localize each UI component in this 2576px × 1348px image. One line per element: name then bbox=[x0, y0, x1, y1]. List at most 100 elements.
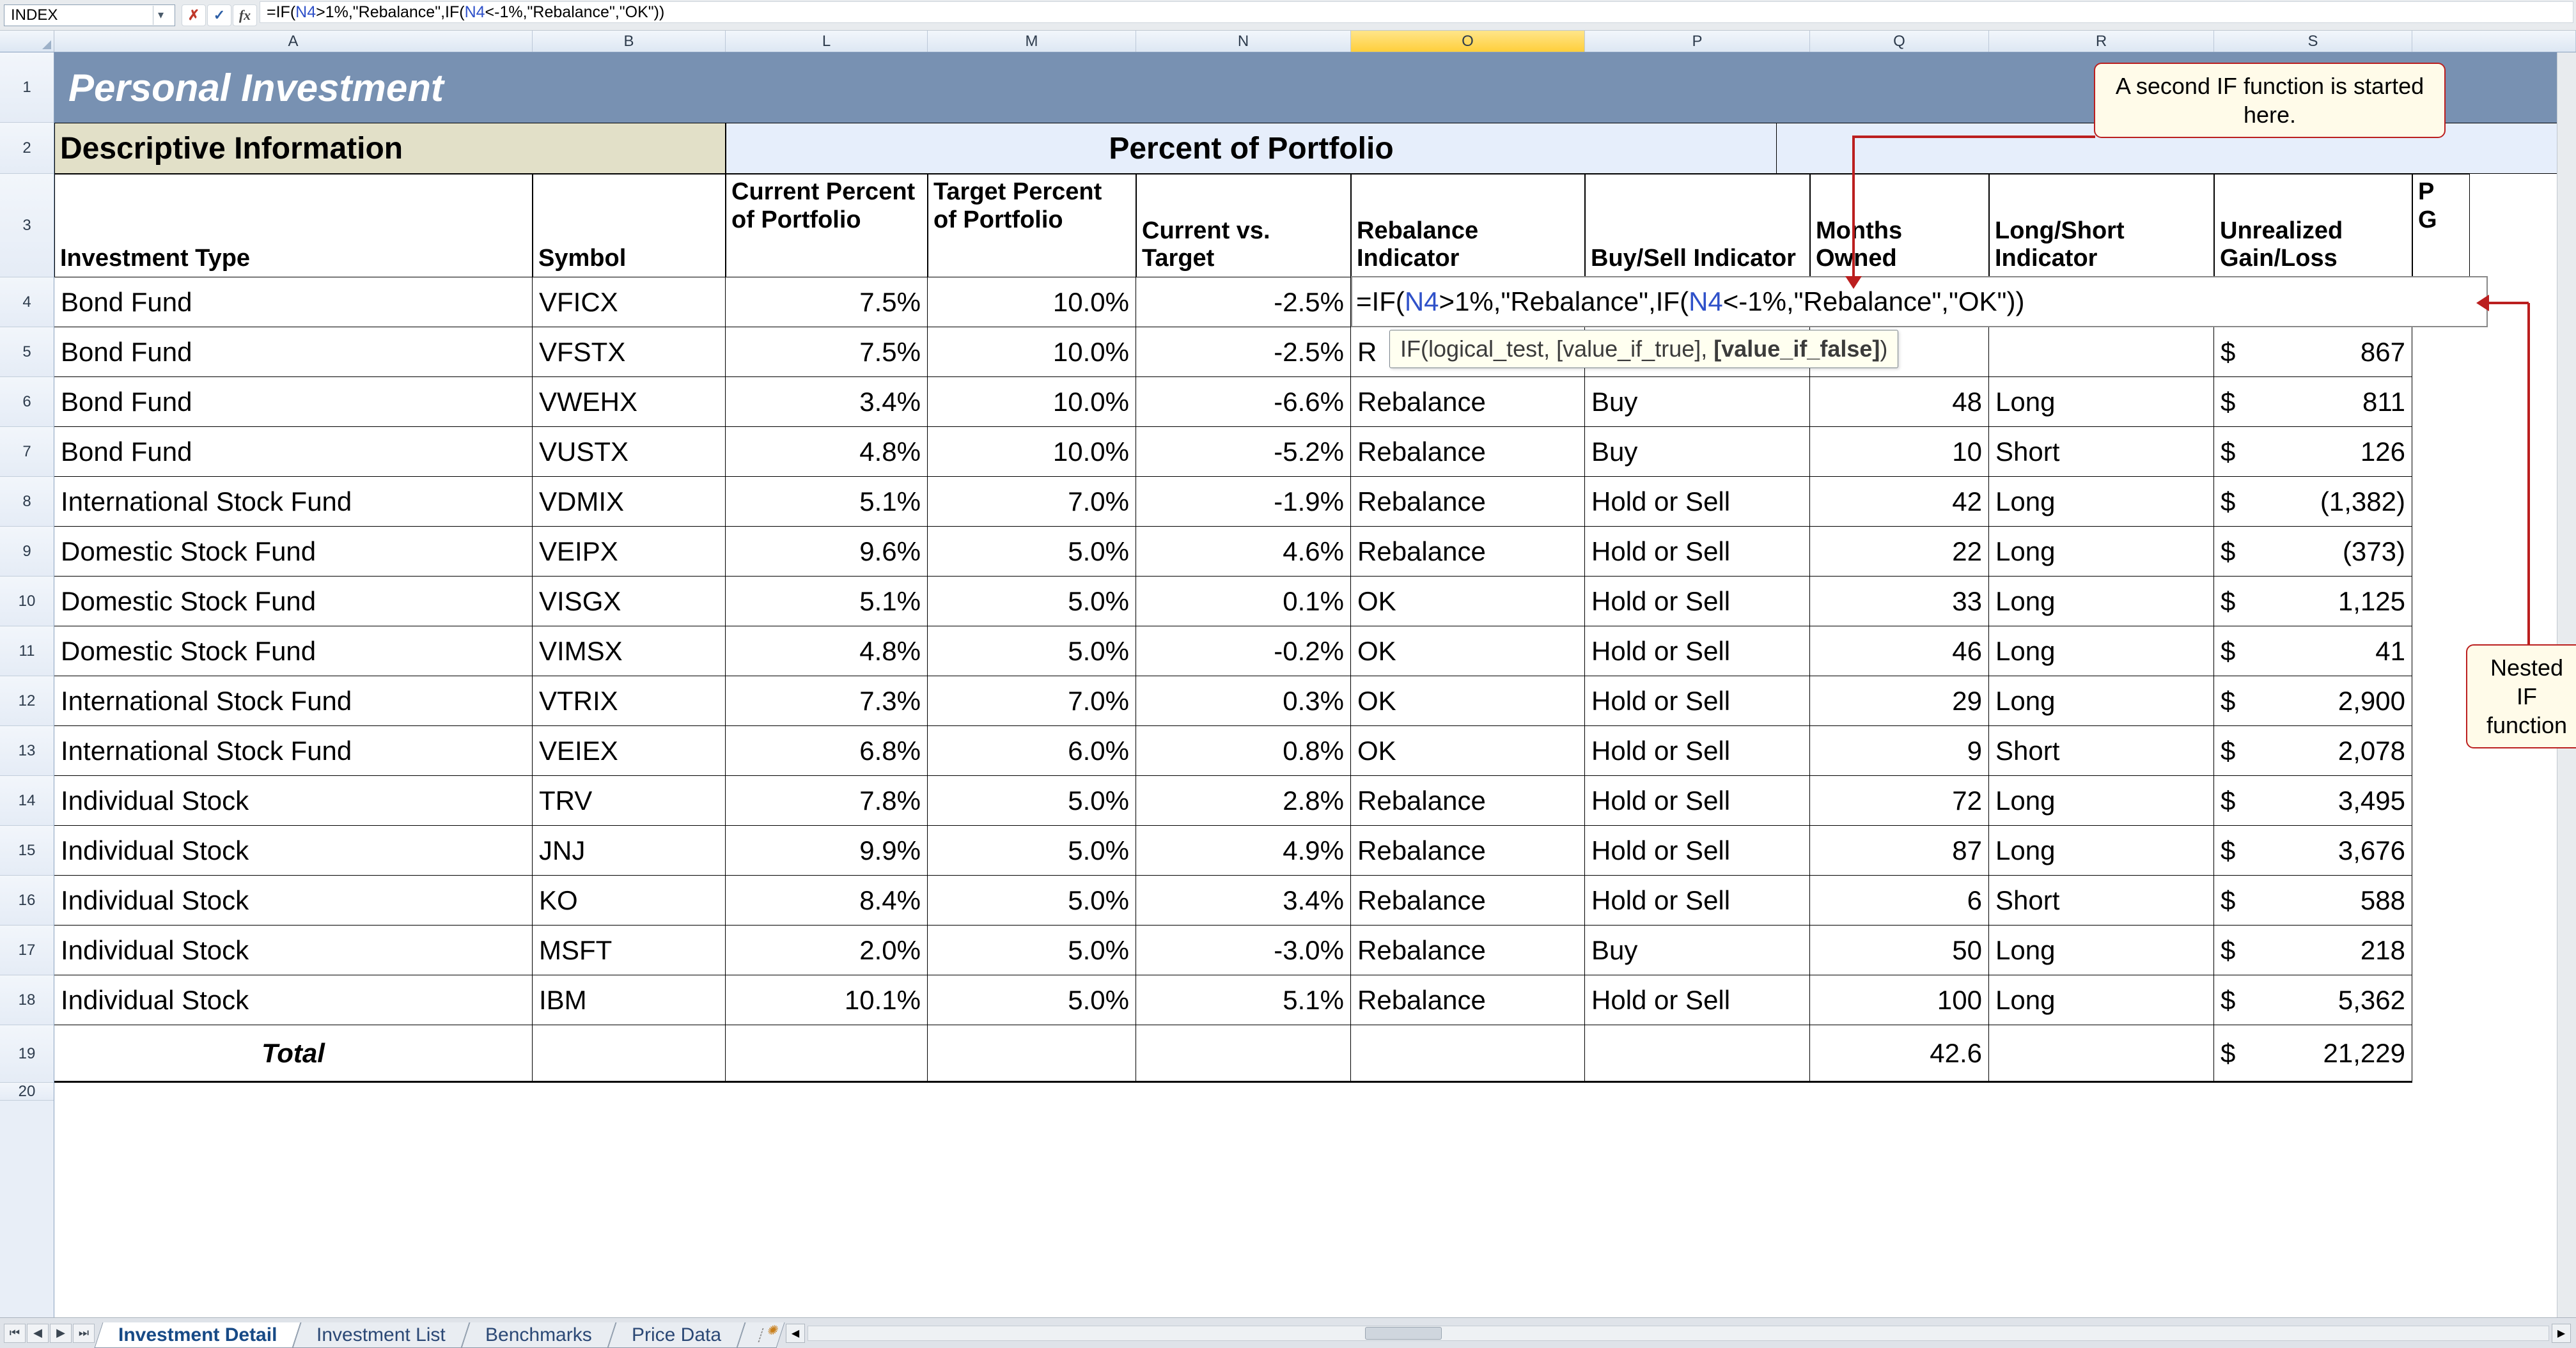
select-all-corner[interactable] bbox=[0, 31, 54, 52]
cell-R14[interactable]: Long bbox=[1989, 776, 2214, 826]
formula-input[interactable]: =IF(N4>1%,"Rebalance",IF(N4<-1%,"Rebalan… bbox=[260, 1, 2573, 23]
row-header-18[interactable]: 18 bbox=[0, 975, 54, 1025]
row-header-9[interactable]: 9 bbox=[0, 527, 54, 577]
cell-B13[interactable]: VEIEX bbox=[533, 726, 726, 776]
cell-N14[interactable]: 2.8% bbox=[1136, 776, 1351, 826]
cell-B17[interactable]: MSFT bbox=[533, 926, 726, 975]
hscroll-right[interactable]: ▶ bbox=[2552, 1324, 2571, 1343]
row-header-17[interactable]: 17 bbox=[0, 926, 54, 975]
cell-L5[interactable]: 7.5% bbox=[726, 327, 928, 377]
row-header-20[interactable]: 20 bbox=[0, 1083, 54, 1101]
row-header-19[interactable]: 19 bbox=[0, 1025, 54, 1083]
cell-S13[interactable]: $2,078 bbox=[2214, 726, 2412, 776]
cell-S11[interactable]: $41 bbox=[2214, 626, 2412, 676]
cell-P14[interactable]: Hold or Sell bbox=[1585, 776, 1810, 826]
cell-N7[interactable]: -5.2% bbox=[1136, 427, 1351, 477]
cell-O9[interactable]: Rebalance bbox=[1351, 527, 1585, 577]
cell-S10[interactable]: $1,125 bbox=[2214, 577, 2412, 626]
enter-button[interactable]: ✓ bbox=[207, 4, 231, 26]
col-header-B[interactable]: B bbox=[533, 31, 726, 52]
insert-function-button[interactable]: fx bbox=[233, 4, 257, 26]
cell-M14[interactable]: 5.0% bbox=[928, 776, 1136, 826]
cell-P11[interactable]: Hold or Sell bbox=[1585, 626, 1810, 676]
cell-N10[interactable]: 0.1% bbox=[1136, 577, 1351, 626]
cell-A9[interactable]: Domestic Stock Fund bbox=[54, 527, 533, 577]
cell-N6[interactable]: -6.6% bbox=[1136, 377, 1351, 427]
cell-S16[interactable]: $588 bbox=[2214, 876, 2412, 926]
inline-cell-formula[interactable]: =IF(N4>1%,"Rebalance",IF(N4<-1%,"Rebalan… bbox=[1351, 276, 2488, 327]
cell-S7[interactable]: $126 bbox=[2214, 427, 2412, 477]
tab-nav-last[interactable]: ⏭ bbox=[73, 1324, 95, 1343]
cell-R7[interactable]: Short bbox=[1989, 427, 2214, 477]
cell-P17[interactable]: Buy bbox=[1585, 926, 1810, 975]
cell-P10[interactable]: Hold or Sell bbox=[1585, 577, 1810, 626]
tab-nav-first[interactable]: ⏮ bbox=[4, 1324, 26, 1343]
cell-O15[interactable]: Rebalance bbox=[1351, 826, 1585, 876]
cell-A4[interactable]: Bond Fund bbox=[54, 277, 533, 327]
cell-B12[interactable]: VTRIX bbox=[533, 676, 726, 726]
row-header-16[interactable]: 16 bbox=[0, 876, 54, 926]
cell-Q10[interactable]: 33 bbox=[1810, 577, 1989, 626]
cell-O10[interactable]: OK bbox=[1351, 577, 1585, 626]
cell-Q12[interactable]: 29 bbox=[1810, 676, 1989, 726]
name-box-dropdown-icon[interactable]: ▾ bbox=[153, 6, 168, 25]
cell-S6[interactable]: $811 bbox=[2214, 377, 2412, 427]
cell-Q17[interactable]: 50 bbox=[1810, 926, 1989, 975]
cell-B7[interactable]: VUSTX bbox=[533, 427, 726, 477]
cell-Q11[interactable]: 46 bbox=[1810, 626, 1989, 676]
row-header-14[interactable]: 14 bbox=[0, 776, 54, 826]
cell-P16[interactable]: Hold or Sell bbox=[1585, 876, 1810, 926]
cell-N5[interactable]: -2.5% bbox=[1136, 327, 1351, 377]
cell-B9[interactable]: VEIPX bbox=[533, 527, 726, 577]
cell-R16[interactable]: Short bbox=[1989, 876, 2214, 926]
cell-Q6[interactable]: 48 bbox=[1810, 377, 1989, 427]
cell-B18[interactable]: IBM bbox=[533, 975, 726, 1025]
cell-L15[interactable]: 9.9% bbox=[726, 826, 928, 876]
row-header-6[interactable]: 6 bbox=[0, 377, 54, 427]
cell-O7[interactable]: Rebalance bbox=[1351, 427, 1585, 477]
cell-L10[interactable]: 5.1% bbox=[726, 577, 928, 626]
cell-P6[interactable]: Buy bbox=[1585, 377, 1810, 427]
cell-M18[interactable]: 5.0% bbox=[928, 975, 1136, 1025]
hscroll-track[interactable] bbox=[808, 1326, 2549, 1341]
cell-P7[interactable]: Buy bbox=[1585, 427, 1810, 477]
cell-B4[interactable]: VFICX bbox=[533, 277, 726, 327]
col-header-R[interactable]: R bbox=[1989, 31, 2214, 52]
cell-L9[interactable]: 9.6% bbox=[726, 527, 928, 577]
col-header-S[interactable]: S bbox=[2214, 31, 2412, 52]
col-header-O[interactable]: O bbox=[1351, 31, 1585, 52]
cell-A11[interactable]: Domestic Stock Fund bbox=[54, 626, 533, 676]
hscroll-left[interactable]: ◀ bbox=[786, 1324, 805, 1343]
row-header-4[interactable]: 4 bbox=[0, 277, 54, 327]
row-header-8[interactable]: 8 bbox=[0, 477, 54, 527]
cell-O13[interactable]: OK bbox=[1351, 726, 1585, 776]
cell-L4[interactable]: 7.5% bbox=[726, 277, 928, 327]
cell-L13[interactable]: 6.8% bbox=[726, 726, 928, 776]
cell-Q13[interactable]: 9 bbox=[1810, 726, 1989, 776]
cell-M11[interactable]: 5.0% bbox=[928, 626, 1136, 676]
cell-M13[interactable]: 6.0% bbox=[928, 726, 1136, 776]
cell-R8[interactable]: Long bbox=[1989, 477, 2214, 527]
row-header-10[interactable]: 10 bbox=[0, 577, 54, 626]
cell-M9[interactable]: 5.0% bbox=[928, 527, 1136, 577]
cell-A10[interactable]: Domestic Stock Fund bbox=[54, 577, 533, 626]
tab-benchmarks[interactable]: Benchmarks bbox=[462, 1322, 616, 1348]
cell-L16[interactable]: 8.4% bbox=[726, 876, 928, 926]
cell-O8[interactable]: Rebalance bbox=[1351, 477, 1585, 527]
cell-S12[interactable]: $2,900 bbox=[2214, 676, 2412, 726]
cell-S17[interactable]: $218 bbox=[2214, 926, 2412, 975]
row-header-5[interactable]: 5 bbox=[0, 327, 54, 377]
cell-A18[interactable]: Individual Stock bbox=[54, 975, 533, 1025]
tab-price-data[interactable]: Price Data bbox=[607, 1322, 745, 1348]
hscroll-thumb[interactable] bbox=[1365, 1327, 1442, 1340]
row-header-1[interactable]: 1 bbox=[0, 52, 54, 123]
cell-S8[interactable]: $(1,382) bbox=[2214, 477, 2412, 527]
cell-B5[interactable]: VFSTX bbox=[533, 327, 726, 377]
row-header-11[interactable]: 11 bbox=[0, 626, 54, 676]
cell-L8[interactable]: 5.1% bbox=[726, 477, 928, 527]
cell-L18[interactable]: 10.1% bbox=[726, 975, 928, 1025]
cell-N11[interactable]: -0.2% bbox=[1136, 626, 1351, 676]
cell-Q18[interactable]: 100 bbox=[1810, 975, 1989, 1025]
cell-A7[interactable]: Bond Fund bbox=[54, 427, 533, 477]
cell-M5[interactable]: 10.0% bbox=[928, 327, 1136, 377]
